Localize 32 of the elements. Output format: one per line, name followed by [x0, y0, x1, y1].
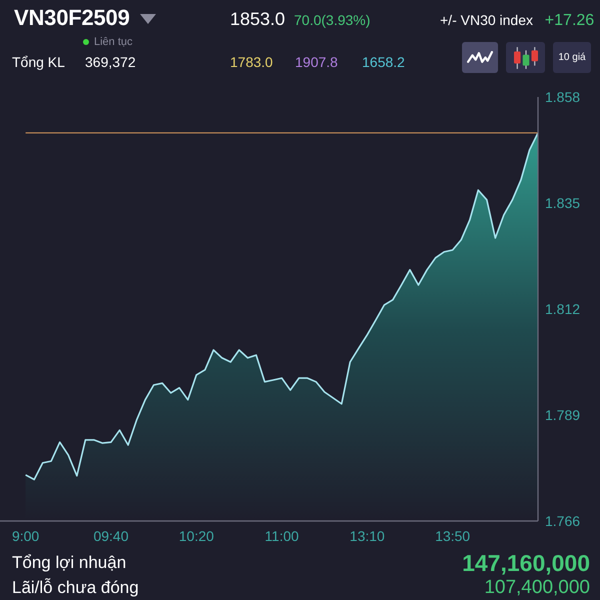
price-level: 1658.2: [362, 54, 406, 70]
summary-value: 107,400,000: [484, 577, 590, 599]
volume-label: Tổng KL: [12, 54, 66, 70]
candlestick-icon: [514, 46, 538, 68]
x-axis-label: 13:50: [435, 528, 470, 544]
symbol-title[interactable]: VN30F2509: [14, 5, 130, 31]
line-chart-icon: [467, 51, 493, 64]
volume-value: 369,372: [85, 54, 137, 70]
candlestick-button[interactable]: [506, 42, 545, 73]
summary-label: Lãi/lỗ chưa đóng: [12, 578, 139, 598]
line-chart-button[interactable]: [462, 42, 498, 73]
x-axis-label: 10:20: [178, 528, 214, 544]
x-axis-label: 9:00: [12, 528, 40, 544]
x-axis-label: 11:00: [264, 528, 299, 544]
y-axis-label: 1.789: [545, 407, 580, 423]
summary-value: 147,160,000: [462, 550, 590, 576]
y-axis-label: 1.812: [545, 301, 580, 317]
x-axis-label: 09:40: [93, 528, 129, 544]
price-change: 70.0(3.93%): [294, 12, 372, 28]
price-level: 1907.8: [295, 54, 339, 70]
y-axis-label: 1.766: [545, 513, 580, 529]
index-change: +17.26: [544, 12, 596, 30]
last-price: 1853.0: [230, 9, 286, 30]
y-axis-label: 1.835: [545, 195, 580, 211]
price-levels-button[interactable]: 10 giá: [553, 42, 591, 73]
index-label: +/- VN30 index: [440, 12, 534, 28]
caret-icon[interactable]: [140, 14, 156, 24]
summary-label: Tổng lợi nhuận: [12, 553, 126, 573]
y-axis-label: 1.858: [545, 89, 580, 105]
session-status: Liên tục: [94, 36, 133, 48]
price-level: 1783.0: [230, 54, 274, 70]
x-axis-label: 13:10: [350, 528, 385, 544]
